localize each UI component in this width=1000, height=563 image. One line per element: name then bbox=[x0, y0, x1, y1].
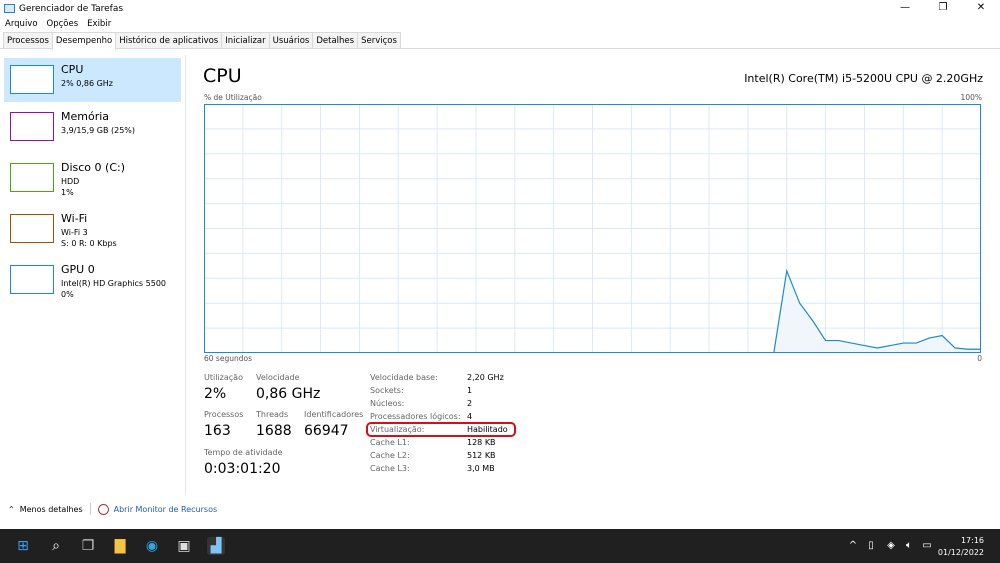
resource-monitor-icon bbox=[97, 503, 109, 515]
sidebar-item-0[interactable]: CPU 2% 0,86 GHz bbox=[4, 58, 181, 102]
menu-opcoes[interactable]: Opções bbox=[47, 19, 79, 29]
x-axis-left: 60 segundos bbox=[204, 354, 252, 363]
highlight-box bbox=[366, 422, 516, 437]
identificadores-value: 66947 bbox=[304, 423, 349, 439]
file-explorer-icon[interactable]: ▇ bbox=[111, 537, 129, 555]
chevron-up-icon[interactable]: ^ bbox=[844, 537, 862, 555]
detail-value: 3,0 MB bbox=[467, 464, 495, 473]
detail-key: Cache L1: bbox=[370, 438, 410, 447]
detail-value: 2,20 GHz bbox=[467, 373, 504, 382]
title-bar: Gerenciador de Tarefas bbox=[0, 0, 1000, 17]
detail-key: Processadores lógicos: bbox=[370, 412, 461, 421]
search-icon[interactable]: ⌕ bbox=[47, 537, 65, 555]
sidebar-item-title: Disco 0 (C:) bbox=[61, 161, 125, 174]
velocidade-label: Velocidade bbox=[256, 373, 300, 382]
processos-value: 163 bbox=[204, 423, 231, 439]
sidebar-item-detail: 2% 0,86 GHz bbox=[61, 79, 114, 88]
window-title: Gerenciador de Tarefas bbox=[19, 3, 124, 14]
threads-label: Threads bbox=[256, 410, 289, 419]
detail-value: 2 bbox=[467, 399, 473, 408]
sidebar-item-detail: Wi-Fi 3 bbox=[61, 228, 88, 237]
sidebar-item-3[interactable]: Wi-Fi Wi-Fi 3 S: 0 R: 0 Kbps bbox=[4, 207, 181, 255]
tempo-label: Tempo de atividade bbox=[204, 448, 283, 457]
sidebar-item-detail: S: 0 R: 0 Kbps bbox=[61, 239, 117, 248]
sidebar-item-title: GPU 0 bbox=[61, 263, 95, 276]
cpu-utilization-graph bbox=[204, 104, 981, 353]
tab-processos[interactable]: Processos bbox=[3, 32, 53, 48]
sidebar-item-detail: 1% bbox=[61, 188, 74, 197]
detail-value: 4 bbox=[467, 412, 473, 421]
time: 17:16 bbox=[960, 536, 984, 545]
processos-label: Processos bbox=[204, 410, 244, 419]
sidebar-item-detail: 0% bbox=[61, 290, 74, 299]
menu-arquivo[interactable]: Arquivo bbox=[5, 19, 38, 29]
detail-key: Velocidade base: bbox=[370, 373, 438, 382]
store-icon[interactable]: ▣ bbox=[175, 537, 193, 555]
tab-usuarios[interactable]: Usuários bbox=[268, 32, 314, 48]
sidebar-item-4[interactable]: GPU 0 Intel(R) HD Graphics 5500 0% bbox=[4, 258, 181, 306]
sidebar-item-title: CPU bbox=[61, 63, 84, 76]
tab-historico[interactable]: Histórico de aplicativos bbox=[115, 32, 223, 48]
identificadores-label: Identificadores bbox=[304, 410, 364, 419]
menu-bar: Arquivo Opções Exibir bbox=[0, 17, 1000, 30]
threads-value: 1688 bbox=[256, 423, 292, 439]
detail-value: 128 KB bbox=[467, 438, 496, 447]
task-manager-icon bbox=[4, 4, 15, 13]
taskbar: ⊞ ⌕ ❐ ▇ ◉ ▣ ▟ ^ ▯ ◈ 🔈︎ ▭ 17:16 01/12/202… bbox=[0, 529, 1000, 563]
tempo-value: 0:03:01:20 bbox=[204, 461, 281, 477]
sidebar-item-detail: HDD bbox=[61, 177, 80, 186]
y-axis-label: % de Utilização bbox=[204, 93, 262, 102]
detail-key: Cache L3: bbox=[370, 464, 410, 473]
sidebar-item-title: Wi-Fi bbox=[61, 212, 88, 225]
chevron-up-icon[interactable]: ⌃ bbox=[8, 505, 15, 514]
sidebar-item-title: Memória bbox=[61, 110, 110, 123]
utilizacao-label: Utilização bbox=[204, 373, 243, 382]
detail-key: Cache L2: bbox=[370, 451, 410, 460]
sidebar-thumbnail-graph bbox=[10, 112, 54, 141]
sidebar-item-1[interactable]: Memória 3,9/15,9 GB (25%) bbox=[4, 105, 181, 153]
open-resource-monitor-link[interactable]: Abrir Monitor de Recursos bbox=[114, 505, 218, 514]
menu-exibir[interactable]: Exibir bbox=[87, 19, 111, 29]
task-view-icon[interactable]: ❐ bbox=[79, 537, 97, 555]
less-details-button[interactable]: Menos detalhes bbox=[20, 505, 83, 514]
utilizacao-value: 2% bbox=[204, 386, 227, 402]
sidebar-thumbnail-graph bbox=[10, 65, 54, 94]
detail-value: 512 KB bbox=[467, 451, 496, 460]
sidebar-thumbnail-graph bbox=[10, 163, 54, 192]
sidebar-item-detail: Intel(R) HD Graphics 5500 bbox=[61, 279, 167, 288]
page-title: CPU bbox=[203, 65, 242, 87]
detail-key: Sockets: bbox=[370, 386, 404, 395]
edge-browser-icon[interactable]: ◉ bbox=[143, 537, 161, 555]
sidebar-item-detail: 3,9/15,9 GB (25%) bbox=[61, 126, 136, 135]
tab-inicializar[interactable]: Inicializar bbox=[221, 32, 270, 48]
sidebar-thumbnail-graph bbox=[10, 265, 54, 294]
minimize-button[interactable]: — bbox=[886, 0, 924, 17]
windows-start-icon[interactable]: ⊞ bbox=[14, 537, 32, 555]
tab-bar: Processos Desempenho Histórico de aplica… bbox=[0, 32, 1000, 50]
detail-key: Núcleos: bbox=[370, 399, 405, 408]
volume-icon[interactable]: 🔈︎ bbox=[900, 537, 918, 555]
tab-desempenho[interactable]: Desempenho bbox=[51, 32, 117, 50]
cpu-model: Intel(R) Core(TM) i5-5200U CPU @ 2.20GHz bbox=[744, 72, 983, 85]
y-axis-max: 100% bbox=[960, 93, 982, 102]
notification-icon[interactable]: ▭ bbox=[918, 537, 936, 555]
close-button[interactable]: ✕ bbox=[962, 0, 1000, 17]
detail-value: 1 bbox=[467, 386, 473, 395]
resource-sidebar: CPU 2% 0,86 GHz Memória 3,9/15,9 GB (25%) Di… bbox=[0, 55, 186, 495]
date: 01/12/2022 bbox=[937, 548, 984, 557]
maximize-button[interactable]: ❐ bbox=[924, 0, 962, 17]
task-manager-taskbar-icon[interactable]: ▟ bbox=[207, 537, 225, 555]
sidebar-thumbnail-graph bbox=[10, 214, 54, 243]
wifi-icon[interactable]: ◈ bbox=[882, 537, 900, 555]
tab-servicos[interactable]: Serviços bbox=[357, 32, 401, 48]
sidebar-item-2[interactable]: Disco 0 (C:) HDD 1% bbox=[4, 156, 181, 204]
velocidade-value: 0,86 GHz bbox=[256, 386, 321, 402]
tab-detalhes[interactable]: Detalhes bbox=[312, 32, 359, 48]
battery-icon[interactable]: ▯ bbox=[862, 537, 880, 555]
clock[interactable]: 17:16 01/12/2022 bbox=[938, 535, 984, 559]
x-axis-right: 0 bbox=[977, 354, 982, 363]
